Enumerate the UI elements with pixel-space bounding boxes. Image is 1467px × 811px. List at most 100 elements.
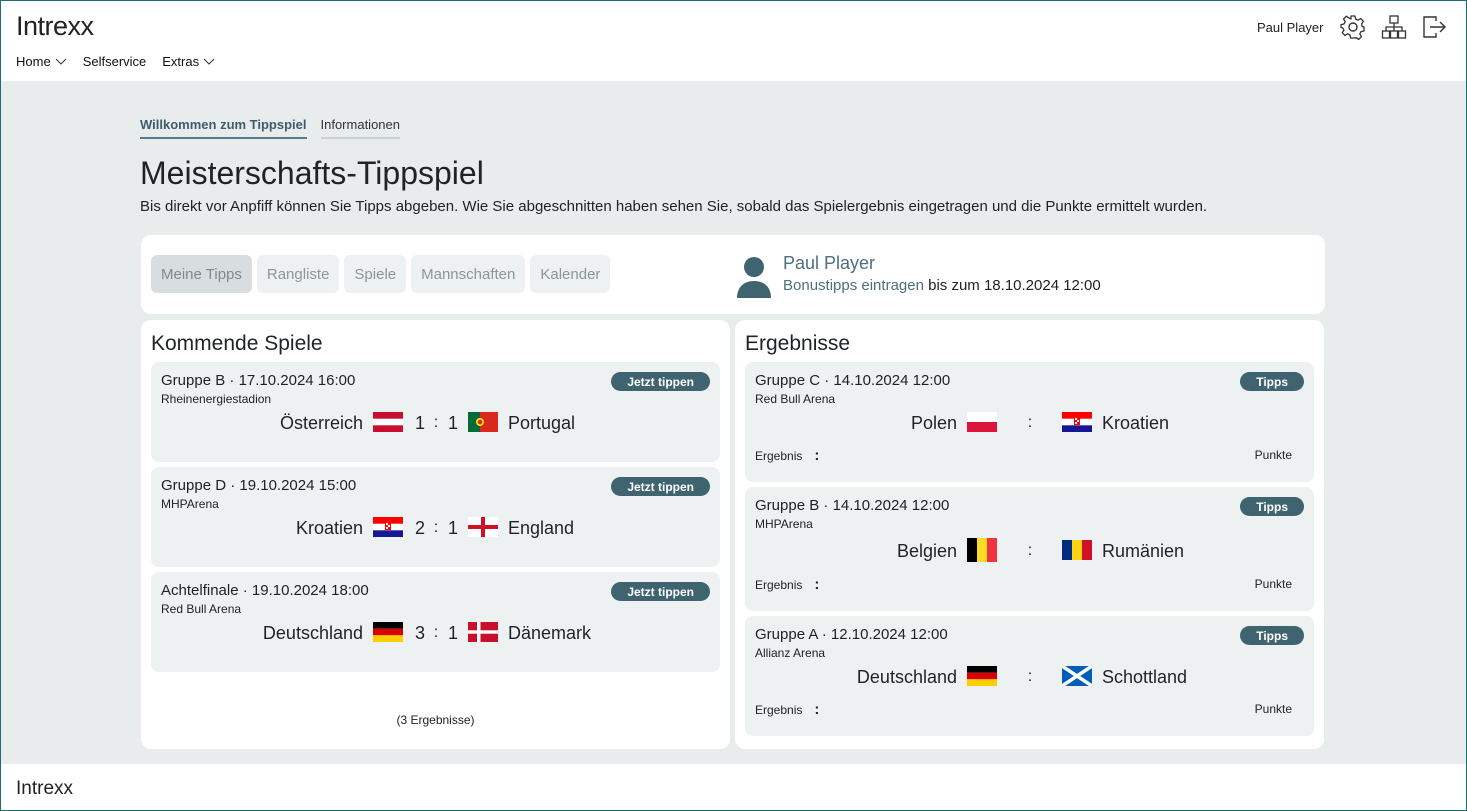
nav-home[interactable]: Home bbox=[16, 54, 67, 69]
page-subtitle: Bis direkt vor Anpfiff können Sie Tipps … bbox=[140, 198, 1208, 215]
match-group: Gruppe A bbox=[755, 626, 818, 643]
points-label: Punkte bbox=[1254, 448, 1292, 462]
match-group: Gruppe B bbox=[161, 372, 226, 389]
score-away[interactable]: 1 bbox=[446, 413, 460, 434]
profile-box: Paul Player Bonustipps eintragen bis zum… bbox=[736, 253, 1101, 298]
match-datetime: 19.10.2024 15:00 bbox=[239, 477, 357, 494]
austria-flag-icon bbox=[373, 412, 403, 432]
home-team: Kroatien bbox=[295, 518, 363, 538]
home-team: Deutschland bbox=[262, 623, 363, 643]
match-venue: MHPArena bbox=[161, 497, 219, 511]
profile-text: Paul Player Bonustipps eintragen bis zum… bbox=[783, 253, 1101, 294]
result-card: Gruppe A · 12.10.2024 12:00 Allianz Aren… bbox=[745, 616, 1314, 736]
away-team: Dänemark bbox=[508, 623, 592, 643]
away-team: England bbox=[508, 518, 575, 538]
result-label-text: Ergebnis bbox=[755, 578, 803, 592]
nav-selfservice-label: Selfservice bbox=[82, 54, 147, 69]
logout-icon[interactable] bbox=[1421, 14, 1447, 40]
page-footer: Intrexx bbox=[1, 764, 1466, 810]
score-away[interactable]: 1 bbox=[446, 623, 460, 644]
germany-flag-icon bbox=[373, 622, 403, 642]
match-card: Achtelfinale · 19.10.2024 18:00 Red Bull… bbox=[151, 572, 720, 672]
match-teams: Kroatien 2 : 1 England bbox=[151, 513, 720, 543]
away-team: Rumänien bbox=[1102, 541, 1185, 561]
result-label: Ergebnis: bbox=[755, 701, 820, 718]
nav-extras[interactable]: Extras bbox=[162, 54, 215, 69]
match-datetime: 14.10.2024 12:00 bbox=[832, 497, 950, 514]
match-venue: Rheinenergiestadion bbox=[161, 392, 272, 406]
match-teams: Deutschland : Schottland bbox=[745, 662, 1314, 692]
tips-button[interactable]: Tipps bbox=[1240, 626, 1304, 645]
match-group: Gruppe B bbox=[755, 497, 820, 514]
match-datetime: 19.10.2024 18:00 bbox=[251, 582, 369, 599]
tab-informationen[interactable]: Informationen bbox=[320, 117, 400, 139]
bonus-link[interactable]: Bonustipps eintragen bbox=[783, 277, 924, 294]
result-label-text: Ergebnis bbox=[755, 449, 803, 463]
sitemap-icon[interactable] bbox=[1381, 14, 1407, 40]
tips-button[interactable]: Tipps bbox=[1240, 372, 1304, 391]
chevron-down-icon bbox=[55, 58, 67, 65]
score-separator: : bbox=[1027, 414, 1033, 431]
app-logo[interactable]: Intrexx bbox=[16, 11, 94, 42]
match-card: Gruppe B · 17.10.2024 16:00 Rheinenergie… bbox=[151, 362, 720, 462]
result-label-text: Ergebnis bbox=[755, 703, 803, 717]
segment-kalender[interactable]: Kalender bbox=[530, 255, 611, 293]
match-datetime: 17.10.2024 16:00 bbox=[238, 372, 356, 389]
points-label: Punkte bbox=[1254, 702, 1292, 716]
croatia-flag-icon bbox=[373, 517, 403, 537]
segment-mannschaften[interactable]: Mannschaften bbox=[411, 255, 526, 293]
tip-now-button[interactable]: Jetzt tippen bbox=[611, 582, 710, 601]
away-team: Portugal bbox=[508, 413, 576, 433]
nav-extras-label: Extras bbox=[162, 54, 200, 69]
romania-flag-icon bbox=[1062, 540, 1092, 560]
match-teams: Österreich 1 : 1 Portugal bbox=[151, 408, 720, 438]
tab-willkommen[interactable]: Willkommen zum Tippspiel bbox=[140, 117, 307, 139]
tip-now-button[interactable]: Jetzt tippen bbox=[611, 372, 710, 391]
results-card: Ergebnisse Gruppe C · 14.10.2024 12:00 R… bbox=[735, 320, 1324, 749]
page-tabs: Willkommen zum Tippspiel Informationen bbox=[140, 117, 414, 139]
score-home[interactable]: 3 bbox=[413, 623, 427, 644]
profile-name: Paul Player bbox=[783, 253, 876, 273]
segment-rangliste[interactable]: Rangliste bbox=[256, 255, 340, 293]
results-count: (3 Ergebnisse) bbox=[396, 713, 475, 727]
score-home[interactable]: 1 bbox=[413, 413, 427, 434]
match-datetime: 12.10.2024 12:00 bbox=[830, 626, 948, 643]
home-team: Österreich bbox=[279, 413, 363, 433]
match-group: Achtelfinale bbox=[161, 582, 239, 599]
score-away[interactable]: 1 bbox=[446, 518, 460, 539]
tip-now-button[interactable]: Jetzt tippen bbox=[611, 477, 710, 496]
tips-button[interactable]: Tipps bbox=[1240, 497, 1304, 516]
score-separator: : bbox=[1027, 542, 1033, 559]
match-meta: Gruppe D · 19.10.2024 15:00 bbox=[161, 477, 357, 494]
match-meta: Gruppe B · 14.10.2024 12:00 bbox=[755, 497, 950, 514]
results-title: Ergebnisse bbox=[745, 332, 851, 355]
match-venue: Red Bull Arena bbox=[161, 602, 242, 616]
segment-meine-tipps[interactable]: Meine Tipps bbox=[151, 255, 252, 293]
nav-home-label: Home bbox=[16, 54, 51, 69]
main-nav: Home Selfservice Extras bbox=[16, 54, 231, 69]
away-team: Schottland bbox=[1102, 667, 1188, 687]
match-group: Gruppe D bbox=[161, 477, 227, 494]
result-card: Gruppe C · 14.10.2024 12:00 Red Bull Are… bbox=[745, 362, 1314, 482]
result-label: Ergebnis: bbox=[755, 576, 820, 593]
match-group: Gruppe C bbox=[755, 372, 821, 389]
match-meta: Gruppe B · 17.10.2024 16:00 bbox=[161, 372, 356, 389]
segment-spiele[interactable]: Spiele bbox=[344, 255, 407, 293]
profile-bonus-line: Bonustipps eintragen bis zum 18.10.2024 … bbox=[783, 277, 1101, 294]
match-meta: Gruppe C · 14.10.2024 12:00 bbox=[755, 372, 951, 389]
match-card: Gruppe D · 19.10.2024 15:00 MHPArena Jet… bbox=[151, 467, 720, 567]
match-meta: Gruppe A · 12.10.2024 12:00 bbox=[755, 626, 948, 643]
points-label: Punkte bbox=[1254, 577, 1292, 591]
top-header: Intrexx Home Selfservice Extras Paul Pla… bbox=[1, 1, 1466, 81]
denmark-flag-icon bbox=[468, 622, 498, 642]
segment-buttons: Meine Tipps Rangliste Spiele Mannschafte… bbox=[151, 255, 611, 293]
gear-icon[interactable] bbox=[1340, 14, 1366, 40]
croatia-flag-icon bbox=[1062, 412, 1092, 432]
chevron-down-icon bbox=[203, 58, 215, 65]
nav-selfservice[interactable]: Selfservice bbox=[83, 54, 147, 69]
england-flag-icon bbox=[468, 517, 498, 537]
home-team: Polen bbox=[910, 413, 957, 433]
header-user-name[interactable]: Paul Player bbox=[1257, 20, 1323, 35]
match-venue: Red Bull Arena bbox=[755, 392, 836, 406]
score-home[interactable]: 2 bbox=[413, 518, 427, 539]
